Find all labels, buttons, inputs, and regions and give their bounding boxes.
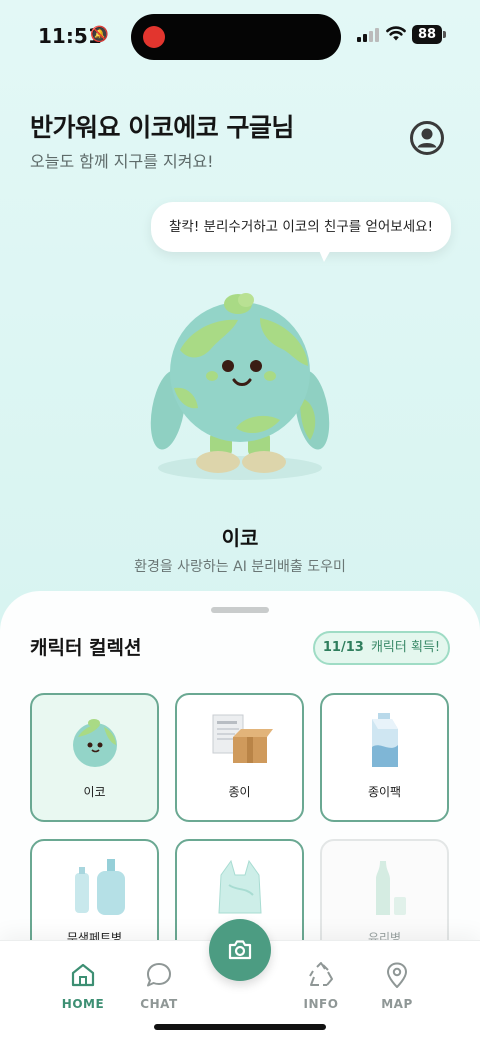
- mascot-name: 이코: [221, 526, 259, 550]
- paper-box-icon: [212, 714, 273, 763]
- recording-indicator: [143, 26, 165, 48]
- pet-bottle-icon: [75, 859, 125, 915]
- sheet-handle[interactable]: [211, 607, 269, 613]
- nav-map[interactable]: MAP: [362, 961, 432, 1011]
- speech-bubble-tail: [318, 248, 332, 262]
- greeting-subtitle: 오늘도 함께 지구를 지켜요!: [30, 152, 214, 171]
- map-pin-icon: [387, 962, 407, 988]
- wifi-icon: [386, 26, 406, 41]
- recycle-icon: [309, 962, 333, 986]
- status-bar: 11:51 🔕 88: [0, 0, 480, 70]
- collection-count-suffix: 캐릭터 획득!: [370, 640, 441, 655]
- chat-icon: [147, 963, 171, 987]
- collection-count-badge: 11/13 캐릭터 획득!: [313, 631, 450, 665]
- plastic-bag-icon: [218, 859, 262, 914]
- speech-bubble: 찰칵! 분리수거하고 이코의 친구를 얻어보세요!: [151, 202, 451, 252]
- card-label: 종이팩: [367, 785, 402, 799]
- dynamic-island: [131, 14, 341, 60]
- nav-home[interactable]: HOME: [48, 961, 118, 1011]
- glass-bottle-icon: [376, 861, 406, 915]
- home-indicator: [154, 1024, 326, 1030]
- earth-character-icon: [73, 719, 117, 767]
- battery-nub: [443, 31, 446, 38]
- milk-carton-icon: [372, 713, 398, 767]
- nav-home-label: HOME: [61, 997, 105, 1011]
- nav-chat[interactable]: CHAT: [124, 961, 194, 1011]
- camera-icon: [228, 940, 252, 960]
- nav-map-label: MAP: [381, 997, 413, 1011]
- mascot-description: 환경을 사랑하는 AI 분리배출 도우미: [134, 559, 346, 575]
- character-card-paper-pack[interactable]: 종이팩: [320, 693, 449, 822]
- greeting-title: 반가워요 이코에코 구글님: [30, 113, 294, 142]
- screen: 11:51 🔕 88 반가워요 이코에코 구글님 오늘도 함께 지구를 지켜요!…: [0, 0, 480, 1040]
- eco-mascot-illustration: [150, 293, 330, 480]
- signal-icon: [357, 28, 379, 42]
- home-icon: [71, 963, 95, 987]
- profile-icon[interactable]: [409, 120, 445, 156]
- card-label: 이코: [83, 785, 106, 799]
- collection-title: 캐릭터 컬렉션: [30, 637, 142, 659]
- battery-level: 88: [412, 25, 442, 44]
- nav-info[interactable]: INFO: [286, 961, 356, 1011]
- nav-info-label: INFO: [303, 997, 339, 1011]
- bell-muted-icon: 🔕: [90, 25, 109, 43]
- card-label: 종이: [228, 785, 251, 799]
- character-card-eco[interactable]: 이코: [30, 693, 159, 822]
- character-card-paper[interactable]: 종이: [175, 693, 304, 822]
- nav-chat-label: CHAT: [140, 997, 178, 1011]
- camera-button[interactable]: [209, 919, 271, 981]
- collection-count: 11/13: [322, 640, 364, 655]
